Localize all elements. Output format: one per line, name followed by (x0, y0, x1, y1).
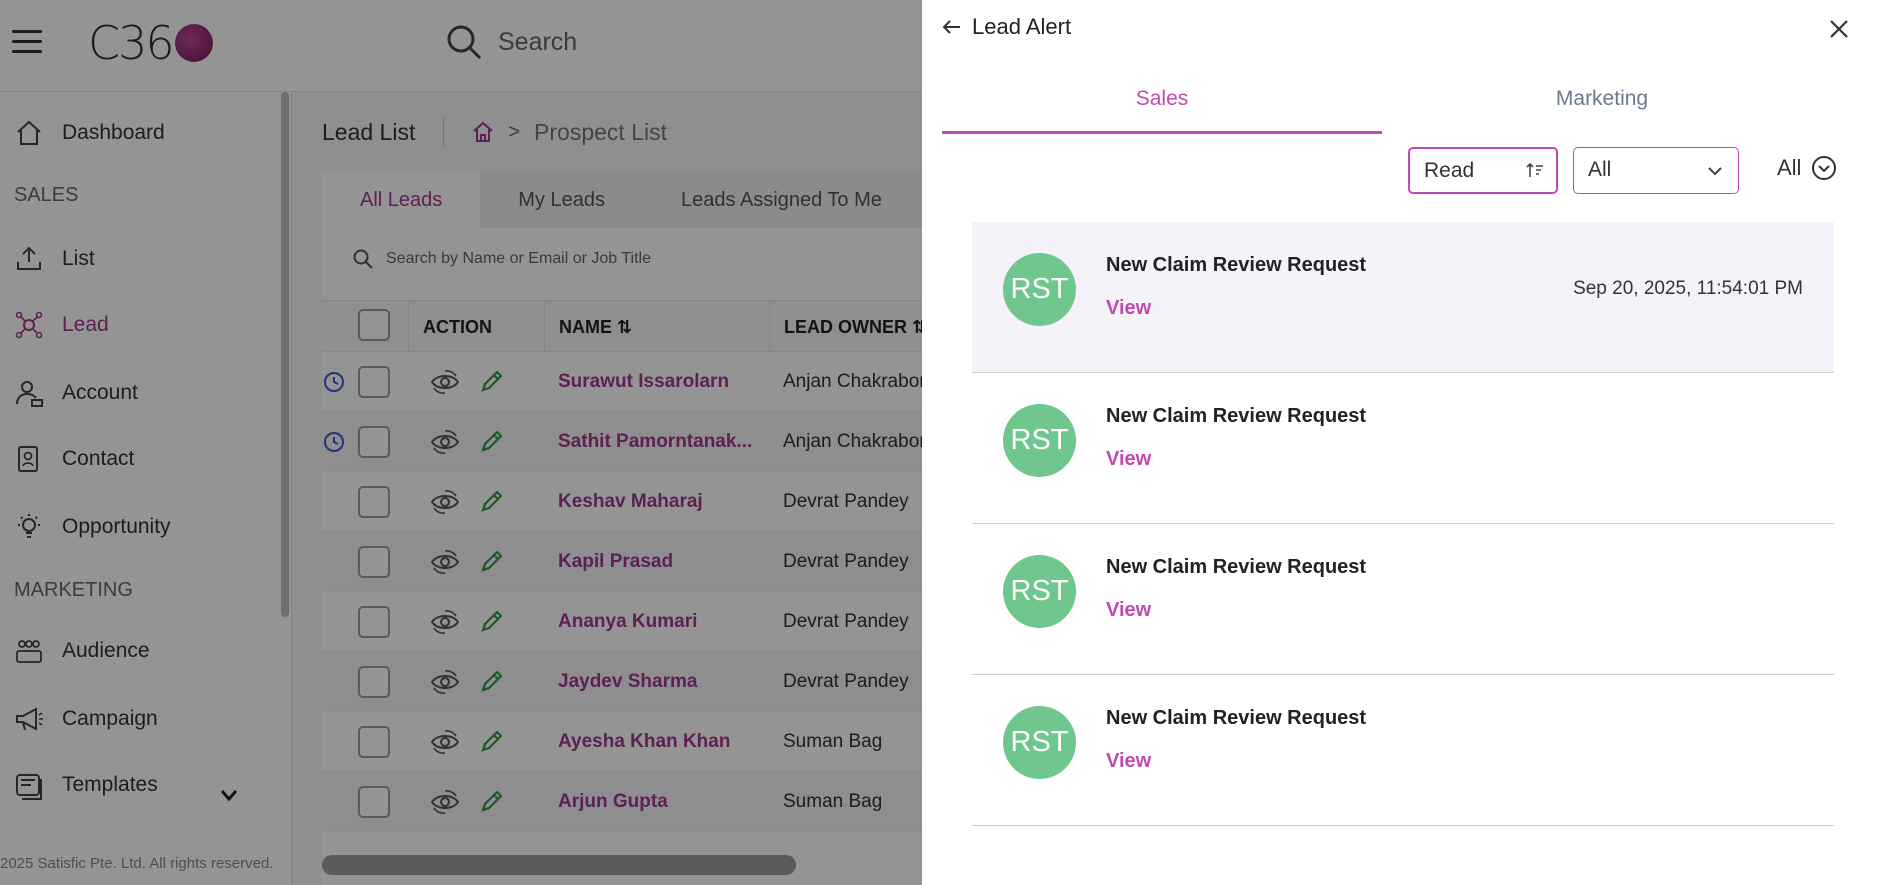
notification-title: New Claim Review Request (1106, 707, 1367, 729)
notification-title: New Claim Review Request (1106, 405, 1367, 427)
close-icon[interactable] (1826, 16, 1852, 42)
view-link[interactable]: View (1106, 448, 1151, 471)
avatar: RST (1003, 706, 1076, 779)
type-filter-value: All (1588, 158, 1612, 181)
read-filter-value: Read (1424, 159, 1475, 182)
all-toggle-label: All (1777, 155, 1802, 180)
view-link[interactable]: View (1106, 750, 1151, 773)
notification-item[interactable]: RST New Claim Review Request View Sep 20, 2… (972, 222, 1834, 373)
avatar: RST (1003, 404, 1076, 477)
avatar: RST (1003, 253, 1076, 326)
all-toggle[interactable]: All (1777, 155, 1837, 181)
read-filter-select[interactable]: Read (1408, 147, 1558, 194)
app-root: C36 Search Dashboard SALES List Lead Acc… (0, 0, 1882, 885)
type-filter-select[interactable]: All (1573, 147, 1739, 194)
notification-item[interactable]: RST New Claim Review Request View (972, 524, 1834, 675)
panel-title: Lead Alert (972, 14, 1072, 39)
notification-title: New Claim Review Request (1106, 556, 1367, 578)
tab-marketing[interactable]: Marketing (1382, 70, 1822, 134)
modal-backdrop[interactable] (0, 0, 922, 885)
tab-sales[interactable]: Sales (942, 70, 1382, 134)
avatar: RST (1003, 555, 1076, 628)
back-arrow-icon[interactable] (940, 16, 962, 38)
view-link[interactable]: View (1106, 297, 1151, 320)
chevron-circle-down-icon (1812, 156, 1837, 180)
chevron-down-icon (1708, 167, 1722, 176)
notification-timestamp: Sep 20, 2025, 11:54:01 PM (1573, 278, 1803, 299)
lead-alert-panel: Lead Alert Sales Marketing Read All All … (922, 0, 1882, 885)
view-link[interactable]: View (1106, 599, 1151, 622)
sort-icon (1526, 162, 1543, 177)
notification-title: New Claim Review Request (1106, 254, 1367, 276)
notification-item[interactable]: RST New Claim Review Request View (972, 675, 1834, 826)
notification-item[interactable]: RST New Claim Review Request View (972, 373, 1834, 524)
